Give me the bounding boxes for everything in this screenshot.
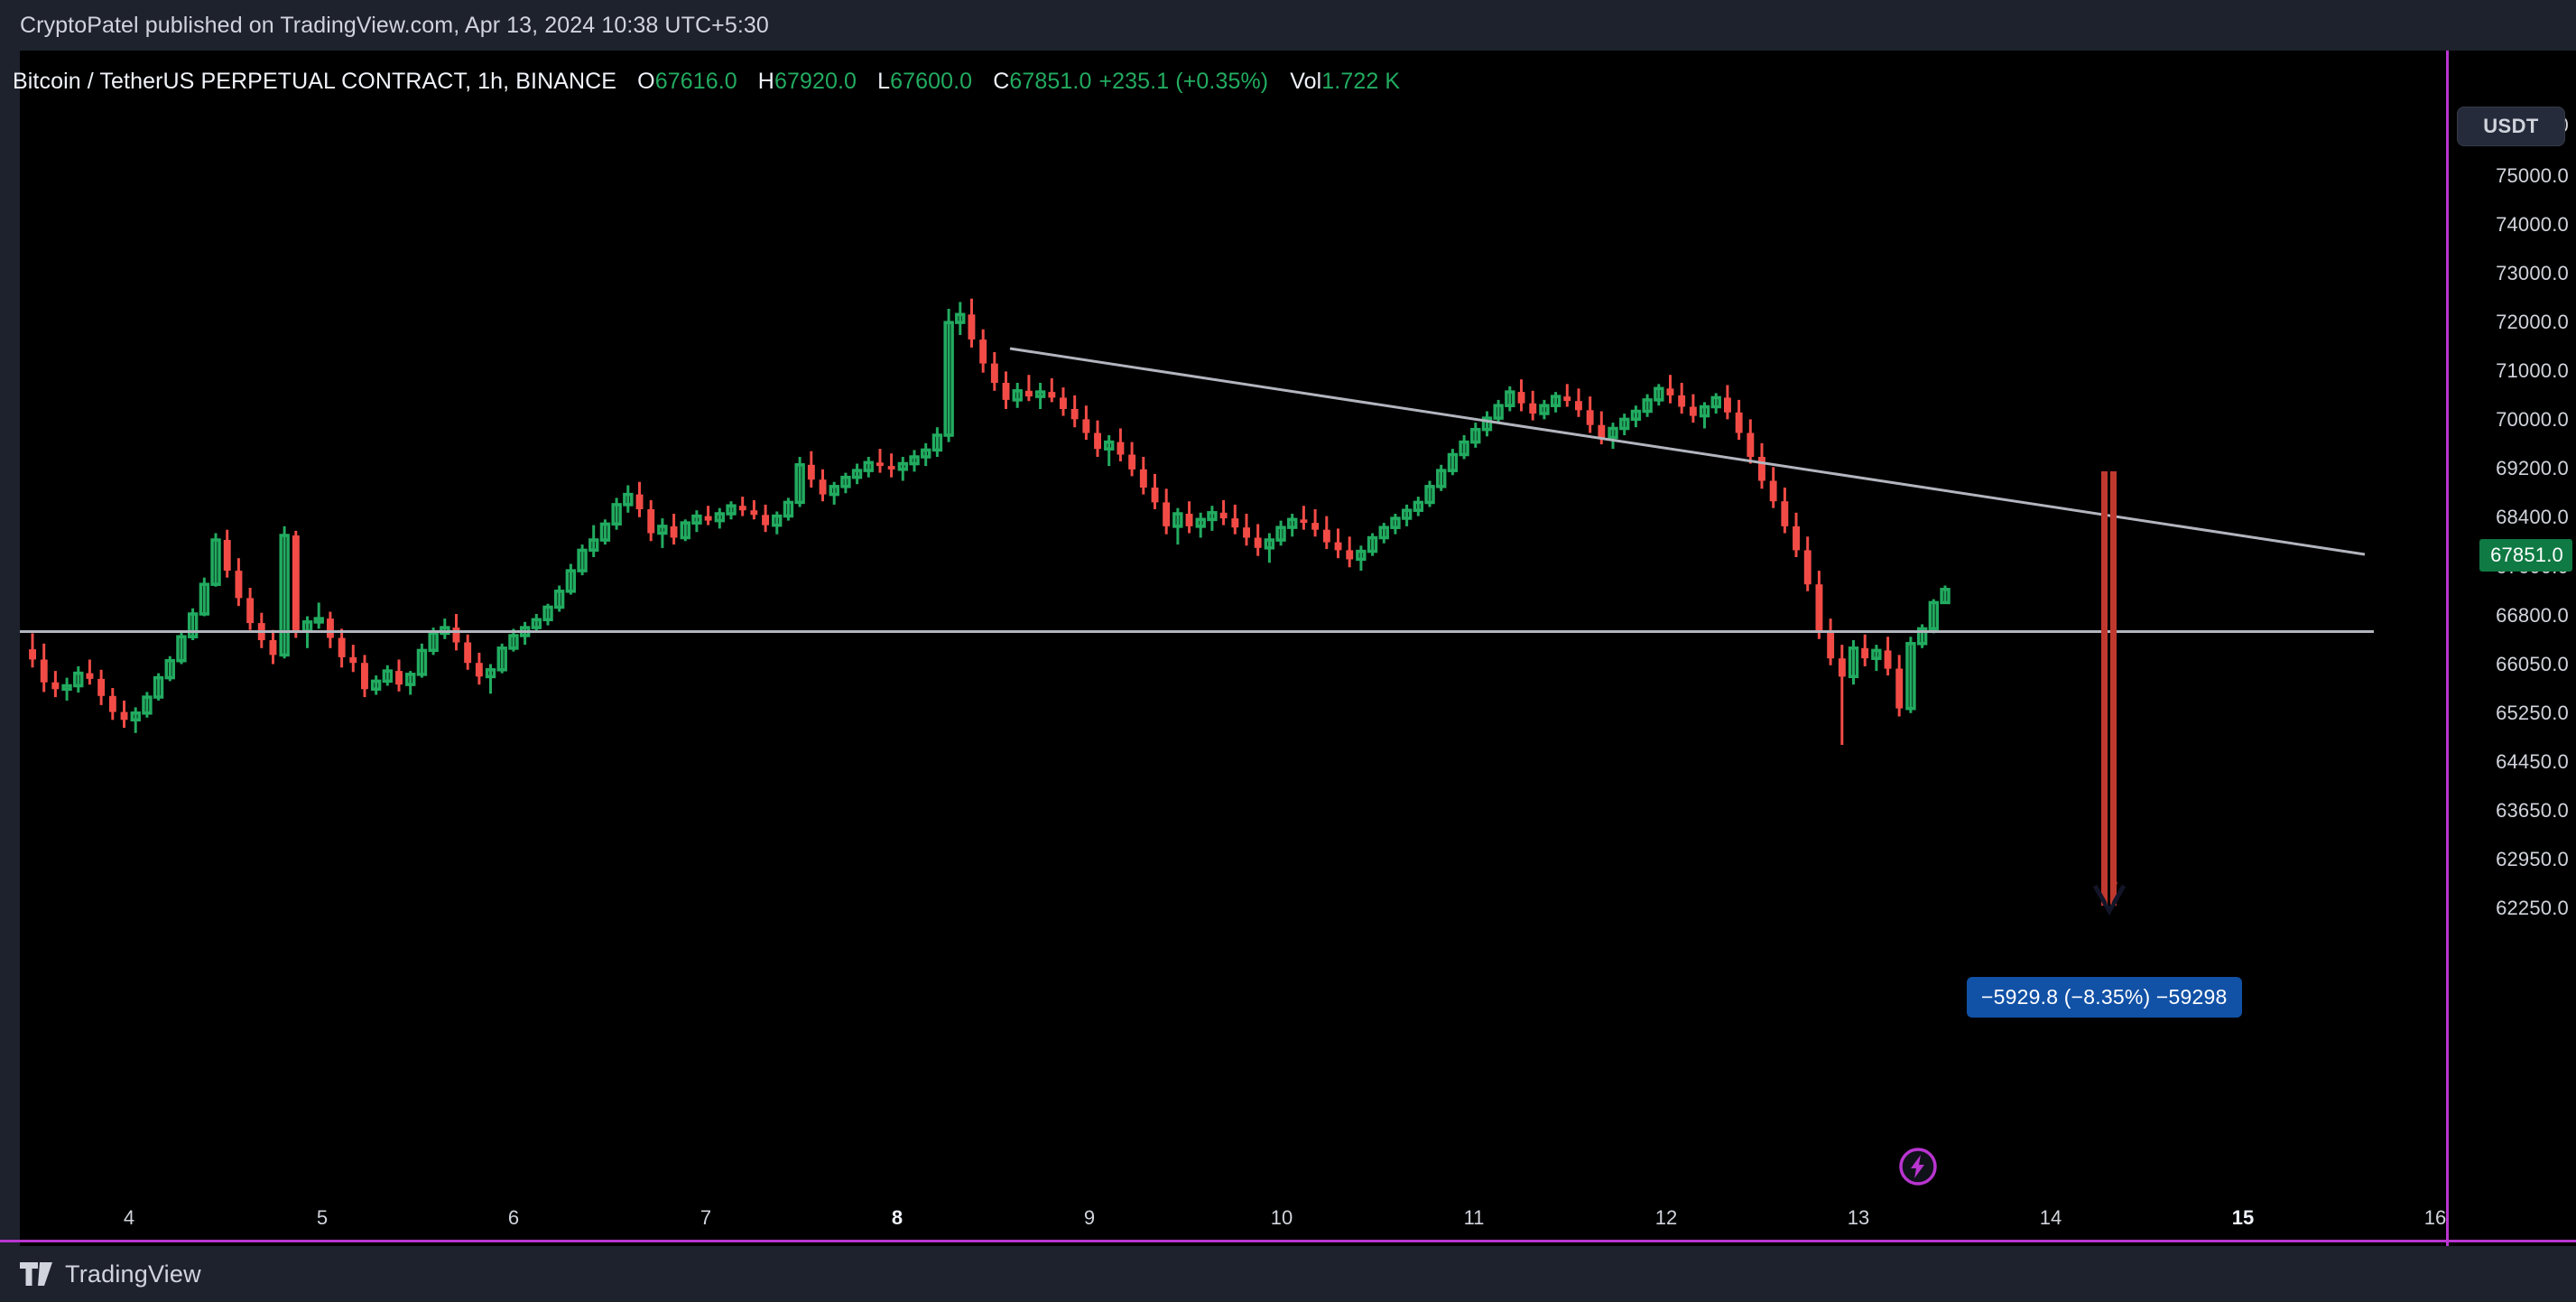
time-tick-label: 10 [1270,1205,1293,1229]
price-tick-label: 74000.0 [2496,213,2569,236]
time-tick-label: 12 [1654,1205,1678,1229]
price-tick-label: 63650.0 [2496,799,2569,822]
 [1268,69,1275,95]
chart-legend[interactable]: Bitcoin / TetherUS PERPETUAL CONTRACT, 1… [13,69,1400,95]
session-separator-horizontal [0,1240,2576,1242]
time-tick-label: 4 [123,1205,135,1229]
attribution-bar: CryptoPatel published on TradingView.com… [0,0,2576,51]
measurement-arrow[interactable] [20,51,2446,1189]
legend-change: +235.1 (+0.35%) [1098,69,1269,94]
legend-high-label: H [751,69,774,94]
legend-volume-label: Vol [1290,69,1322,94]
price-tick-label: 70000.0 [2496,408,2569,431]
time-tick-label: 8 [891,1205,903,1229]
time-axis-separator-vertical [2446,1189,2449,1246]
price-tick-label: 62250.0 [2496,897,2569,919]
time-tick-label: 9 [1083,1205,1096,1229]
session-separator-vertical [2446,51,2449,1189]
time-tick-label: 5 [316,1205,329,1229]
price-tick-label: 68400.0 [2496,506,2569,528]
brand-name: TradingView [65,1260,201,1288]
current-price-label[interactable]: 67851.0 [2479,539,2572,572]
legend-open-value: 67616.0 [654,69,737,94]
price-tick-label: 75000.0 [2496,164,2569,187]
price-tick-label: 69200.0 [2496,457,2569,479]
time-tick-label: 6 [507,1205,520,1229]
legend-high-value: 67920.0 [774,69,857,94]
legend-close-value: 67851.0 [1009,69,1092,94]
tradingview-chart-screenshot: CryptoPatel published on TradingView.com… [0,0,2576,1302]
time-tick-label: 15 [2231,1205,2255,1229]
legend-close-label: C [987,69,1010,94]
time-tick-label: 13 [1847,1205,1870,1229]
price-tick-label: 64450.0 [2496,750,2569,773]
legend-volume-value: 1.722 K [1321,69,1401,94]
tradingview-logo-icon [20,1262,52,1286]
time-axis[interactable]: 4 5 6 7 8 9 10 11 12 13 14 15 16 [20,1189,2576,1246]
price-tick-label: 66050.0 [2496,653,2569,675]
legend-low-value: 67600.0 [890,69,973,94]
legend-low-label: L [871,69,891,94]
time-tick-label: 7 [700,1205,712,1229]
price-tick-label: 62950.0 [2496,848,2569,870]
time-tick-label: 14 [2039,1205,2062,1229]
price-axis[interactable]: 76000.075000.074000.073000.072000.071000… [2446,51,2576,1189]
legend-open-label: O [631,69,655,94]
price-tick-label: 71000.0 [2496,359,2569,382]
price-tick-label: 66800.0 [2496,604,2569,627]
chart-frame: −5929.8 (−8.35%) −59298 76000.075000.074… [0,51,2576,1246]
price-tick-label: 65250.0 [2496,702,2569,724]
time-tick-label: 11 [1463,1205,1485,1229]
legend-symbol: Bitcoin / TetherUS PERPETUAL CONTRACT, 1… [13,69,617,94]
currency-pill[interactable]: USDT [2457,107,2565,146]
measurement-badge[interactable]: −5929.8 (−8.35%) −59298 [1967,977,2242,1018]
price-tick-label: 73000.0 [2496,262,2569,284]
time-tick-label: 16 [2423,1205,2447,1229]
branding-bar: TradingView [0,1246,2576,1302]
price-pane[interactable]: −5929.8 (−8.35%) −59298 [20,51,2446,1189]
lightning-bolt-icon[interactable] [1898,1147,1938,1186]
price-tick-label: 72000.0 [2496,311,2569,333]
